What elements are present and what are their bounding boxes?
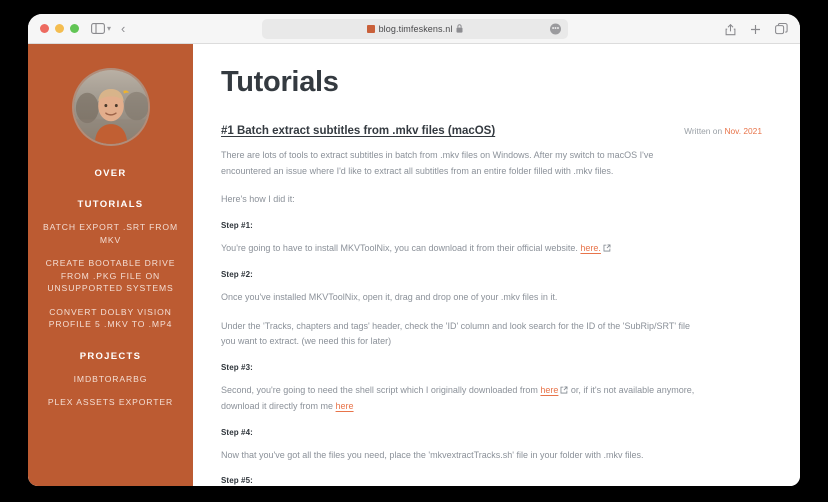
step-4-text: Now that you've got all the files you ne… [221,449,644,460]
step-3-link-2[interactable]: here [336,401,354,411]
site-favicon-icon [366,25,375,33]
browser-toolbar: ▾ ‹ blog.timfeskens.nl ••• [28,14,800,44]
article-written-on: Written on Nov. 2021 [672,126,762,136]
page-settings-icon[interactable]: ••• [550,23,561,35]
sidebar-item-plex-assets-exporter[interactable]: PLEX ASSETS EXPORTER [28,396,193,409]
step-3-text-before: Second, you're going to need the shell s… [221,384,541,395]
step-1-text-before: You're going to have to install MKVToolN… [221,242,581,253]
back-arrow-icon[interactable]: ‹ [121,21,125,36]
lock-icon [456,23,463,35]
minimize-window-button[interactable] [55,24,64,33]
sidebar-about-label[interactable]: OVER [28,168,193,179]
tab-overview-icon[interactable] [775,23,788,35]
sidebar-item-convert-dolby-vision[interactable]: CONVERT DOLBY VISION PROFILE 5 .MKV TO .… [28,306,193,331]
main-content: Tutorials #1 Batch extract subtitles fro… [193,44,800,486]
zoom-window-button[interactable] [70,24,79,33]
step-1-text: You're going to have to install MKVToolN… [221,241,701,258]
article-intro: There are lots of tools to extract subti… [221,150,654,176]
written-on-prefix: Written on [684,126,725,136]
article-title-link[interactable]: #1 Batch extract subtitles from .mkv fil… [221,125,495,137]
share-icon[interactable] [725,23,736,36]
sidebar-item-create-bootable-drive[interactable]: CREATE BOOTABLE DRIVE FROM .PKG FILE ON … [28,257,193,295]
sidebar-heading-projects: PROJECTS [79,350,142,362]
sidebar-item-imdbtorarbg[interactable]: IMDBTORARBG [28,373,193,386]
step-3-link-1[interactable]: here [540,385,558,395]
profile-avatar [71,68,150,146]
written-on-date[interactable]: Nov. 2021 [724,126,762,136]
site-sidebar: OVER TUTORIALS BATCH EXPORT .SRT FROM MK… [28,44,193,486]
browser-window: ▾ ‹ blog.timfeskens.nl ••• OVER TUTORIAL… [28,14,800,486]
chevron-down-icon[interactable]: ▾ [107,24,111,34]
address-bar[interactable]: blog.timfeskens.nl ••• [262,19,568,39]
address-bar-content: blog.timfeskens.nl [366,23,464,35]
step-1-label: Step #1: [221,220,253,230]
step-2-paragraph-2: Under the 'Tracks, chapters and tags' he… [221,320,691,347]
step-5-label: Step #5: [221,476,253,485]
page-title: Tutorials [221,66,339,98]
sidebar-heading-tutorials: TUTORIALS [77,199,144,210]
step-3-label: Step #3: [221,362,253,372]
step-1-link[interactable]: here. [580,243,601,253]
close-window-button[interactable] [40,24,49,33]
sidebar-item-batch-export-srt[interactable]: BATCH EXPORT .SRT FROM MKV [28,221,193,246]
step-3-text: Second, you're going to need the shell s… [221,383,703,415]
sidebar-toggle-icon[interactable] [91,23,105,34]
external-link-icon [603,242,611,258]
step-2-label: Step #2: [221,270,253,279]
screen: ▾ ‹ blog.timfeskens.nl ••• OVER TUTORIAL… [0,0,828,502]
url-text: blog.timfeskens.nl [378,24,453,34]
new-tab-icon[interactable] [750,24,761,35]
page-body: OVER TUTORIALS BATCH EXPORT .SRT FROM MK… [28,44,800,486]
window-controls [40,24,79,33]
step-4-label: Step #4: [221,427,253,437]
toolbar-right-group [725,14,788,44]
article-lead-in: Here's how I did it: [221,194,295,204]
step-2-paragraph-1: Once you've installed MKVToolNix, open i… [221,292,558,302]
article-header: #1 Batch extract subtitles from .mkv fil… [221,125,762,137]
